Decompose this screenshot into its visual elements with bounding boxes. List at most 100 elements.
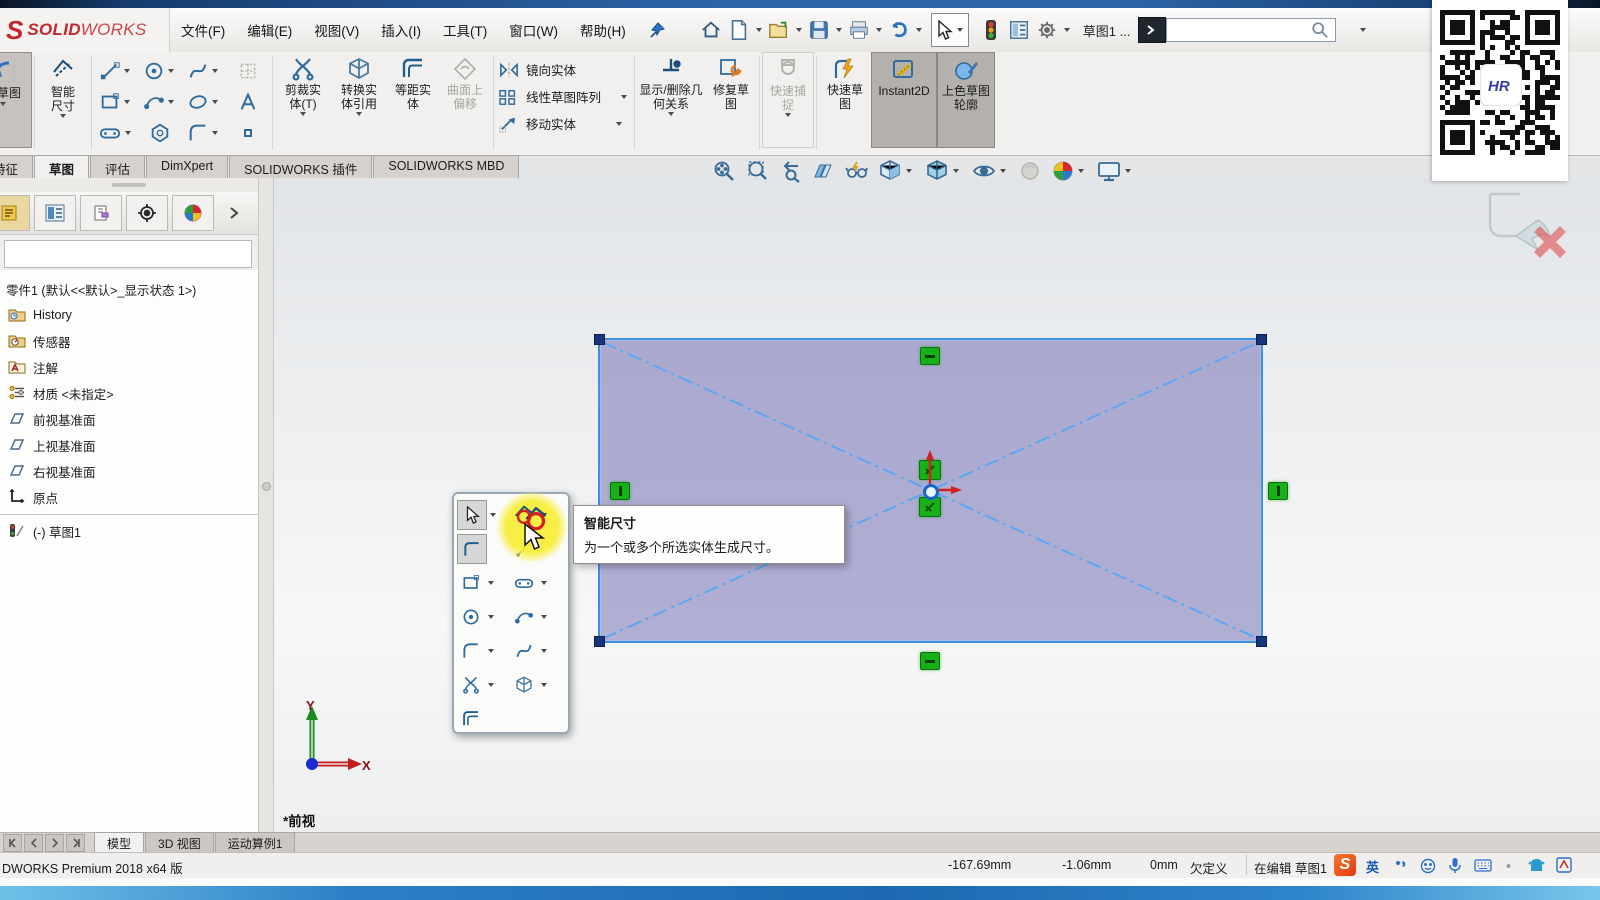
palette-fillet-dropdown[interactable]: [488, 649, 494, 653]
linear-pattern-button[interactable]: 线性草图阵列: [496, 83, 632, 110]
cancel-sketch-x-icon[interactable]: [1528, 222, 1568, 262]
vertex-handle-top-right[interactable]: [1256, 334, 1267, 345]
ime-skin-icon[interactable]: [1528, 857, 1545, 873]
open-dropdown[interactable]: [796, 28, 802, 32]
doc-tab-motion-study[interactable]: 运动算例1: [215, 832, 296, 853]
palette-spline-dropdown[interactable]: [541, 649, 547, 653]
print-button[interactable]: [845, 15, 873, 45]
trim-entities-button[interactable]: 剪裁实体(T): [275, 52, 331, 148]
move-entities-dropdown[interactable]: [616, 122, 622, 126]
tab-configuration-manager[interactable]: [80, 195, 122, 231]
circle-tool[interactable]: [143, 60, 165, 82]
tab-nav-first[interactable]: [3, 834, 22, 852]
palette-slot-tool[interactable]: [510, 569, 538, 597]
mirror-entities-button[interactable]: 镜向实体: [496, 56, 632, 83]
circle-dropdown[interactable]: [168, 69, 174, 73]
tab-evaluate[interactable]: 评估: [90, 155, 145, 178]
point-tool[interactable]: [241, 126, 255, 140]
tab-sw-addins[interactable]: SOLIDWORKS 插件: [229, 155, 372, 178]
constraint-vertical-left[interactable]: [610, 482, 630, 500]
constraint-horizontal-top[interactable]: [920, 347, 940, 365]
ellipse-tool[interactable]: [187, 91, 209, 113]
palette-circle-dropdown[interactable]: [488, 615, 494, 619]
palette-slot-dropdown[interactable]: [541, 581, 547, 585]
palette-rectangle-dropdown[interactable]: [488, 581, 494, 585]
palette-trim-tool[interactable]: [457, 671, 485, 699]
spline-dropdown[interactable]: [212, 69, 218, 73]
ime-punctuation-icon[interactable]: [1394, 859, 1408, 873]
search-magnifier-icon[interactable]: [1306, 15, 1334, 45]
palette-select-tool[interactable]: [457, 500, 487, 530]
select-tool-dropdown[interactable]: [957, 28, 963, 32]
save-button[interactable]: [805, 15, 833, 45]
palette-arc-dropdown[interactable]: [541, 615, 547, 619]
vertex-handle-bottom-left[interactable]: [594, 636, 605, 647]
constraint-vertical-right[interactable]: [1268, 482, 1288, 500]
menu-edit[interactable]: 编辑(E): [236, 14, 303, 46]
palette-convert-dropdown[interactable]: [541, 683, 547, 687]
linear-pattern-dropdown[interactable]: [621, 95, 627, 99]
rectangle-tool[interactable]: [99, 91, 121, 113]
palette-arc-tool[interactable]: [510, 603, 538, 631]
tab-features[interactable]: 特征: [0, 155, 33, 178]
rectangle-dropdown[interactable]: [124, 100, 130, 104]
search-command-icon[interactable]: [1138, 17, 1166, 43]
offset-entities-button[interactable]: 等距实体: [387, 52, 439, 148]
tab-display-manager[interactable]: [172, 195, 214, 231]
tree-filter-box[interactable]: [4, 240, 252, 268]
sketch-origin-point[interactable]: [923, 484, 939, 500]
line-dropdown[interactable]: [124, 69, 130, 73]
palette-select-dropdown[interactable]: [490, 513, 496, 517]
panel-tabs-expand-chevron[interactable]: [228, 206, 240, 220]
tree-item-front-plane[interactable]: 前视基准面: [0, 406, 258, 432]
document-properties-button[interactable]: [1005, 15, 1033, 45]
search-dropdown[interactable]: [1360, 28, 1366, 32]
tree-root-part[interactable]: 零件1 (默认<<默认>_显示状态 1>): [0, 276, 258, 302]
tab-nav-next[interactable]: [45, 834, 64, 852]
palette-spline-tool[interactable]: [510, 637, 538, 665]
home-button[interactable]: [697, 15, 725, 45]
display-style-button[interactable]: [924, 159, 962, 183]
display-relations-button[interactable]: 显示/删除几何关系: [637, 52, 705, 148]
doc-tab-3dviews[interactable]: 3D 视图: [145, 832, 214, 853]
tab-nav-last[interactable]: [66, 834, 85, 852]
palette-circle-tool[interactable]: [457, 603, 485, 631]
tree-item-sensors[interactable]: 传感器: [0, 328, 258, 354]
smart-dimension-dropdown[interactable]: [60, 114, 66, 118]
slot-tool[interactable]: [98, 122, 122, 144]
undo-button[interactable]: [885, 15, 913, 45]
new-doc-dropdown[interactable]: [756, 28, 762, 32]
polygon-tool[interactable]: [149, 122, 171, 144]
tab-property-manager[interactable]: [34, 195, 76, 231]
smart-dimension-button[interactable]: 智能尺寸: [37, 52, 89, 148]
tab-dimxpert-manager[interactable]: [126, 195, 168, 231]
sogou-ime-icon[interactable]: S: [1334, 854, 1356, 876]
tab-nav-prev[interactable]: [24, 834, 43, 852]
convert-dropdown[interactable]: [356, 112, 362, 116]
undo-dropdown[interactable]: [916, 28, 922, 32]
palette-convert-tool[interactable]: [510, 671, 538, 699]
hide-show-dropdown[interactable]: [1000, 169, 1006, 173]
rapid-sketch-button[interactable]: 快速草图: [819, 52, 871, 148]
palette-offset-tool[interactable]: [457, 705, 485, 733]
menu-file[interactable]: 文件(F): [170, 14, 236, 46]
ime-microphone-icon[interactable]: [1448, 857, 1462, 874]
select-tool-button[interactable]: [931, 13, 969, 47]
view-settings-dropdown[interactable]: [1125, 169, 1131, 173]
pin-menu-icon[interactable]: [643, 15, 671, 45]
view-settings-button[interactable]: [1096, 159, 1134, 183]
zoom-area-button[interactable]: [745, 159, 769, 183]
tree-item-annotations[interactable]: 注解: [0, 354, 258, 380]
ime-toolbox-icon[interactable]: [1502, 860, 1515, 872]
tab-sketch[interactable]: 草图: [34, 155, 89, 178]
apply-scene-dropdown[interactable]: [1078, 169, 1084, 173]
constraint-midpoint-lower[interactable]: [919, 497, 941, 517]
tree-item-sketch1[interactable]: (-) 草图1: [0, 518, 258, 544]
palette-rectangle-tool[interactable]: [457, 569, 485, 597]
menu-window[interactable]: 窗口(W): [498, 14, 569, 46]
convert-entities-button[interactable]: 转换实体引用: [331, 52, 387, 148]
hide-show-items-button[interactable]: [971, 159, 1009, 183]
shaded-contours-button[interactable]: 上色草图轮廓: [937, 52, 995, 148]
exit-sketch-dropdown[interactable]: [0, 102, 6, 106]
text-tool[interactable]: [237, 91, 259, 113]
